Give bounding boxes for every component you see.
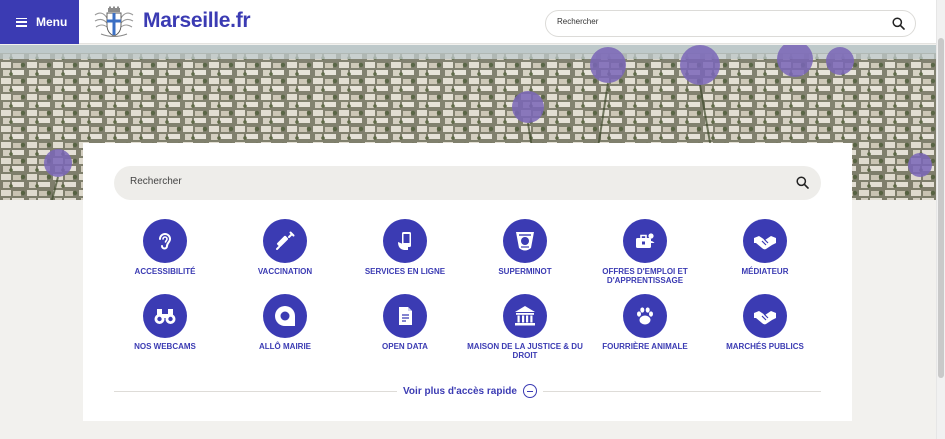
quick-access-accessibility[interactable]: ACCESSIBILITÉ xyxy=(105,219,225,277)
search-icon[interactable] xyxy=(892,17,905,35)
handshake-icon xyxy=(743,294,787,338)
quick-access-mediator[interactable]: MÉDIATEUR xyxy=(705,219,825,277)
quick-access-superminot[interactable]: SUPERMINOT xyxy=(465,219,585,277)
quick-access-open-data[interactable]: OPEN DATA xyxy=(345,294,465,352)
phone-hand-icon xyxy=(383,219,427,263)
main-search-input[interactable] xyxy=(130,176,770,187)
tile-label: MAISON DE LA JUSTICE & DU DROIT xyxy=(467,342,583,360)
city-coat-of-arms-logo[interactable] xyxy=(92,6,136,38)
ear-icon xyxy=(143,219,187,263)
see-more-quick-access-button[interactable]: Voir plus d'accès rapide xyxy=(397,381,543,401)
tile-label: ACCESSIBILITÉ xyxy=(134,267,196,276)
binoculars-icon xyxy=(143,294,187,338)
quick-access-panel: ACCESSIBILITÉ VACCINATION SERVICES EN LI… xyxy=(83,143,852,421)
tile-label: MÉDIATEUR xyxy=(741,267,789,276)
handshake-icon xyxy=(743,219,787,263)
quick-access-webcams[interactable]: NOS WEBCAMS xyxy=(105,294,225,352)
site-header: Menu Marseille.fr xyxy=(0,0,945,44)
tile-label: OFFRES D'EMPLOI ET D'APPRENTISSAGE xyxy=(602,267,688,285)
site-brand-link[interactable]: Marseille.fr xyxy=(143,9,251,33)
tile-label: ALLÔ MAIRIE xyxy=(259,342,311,351)
quick-access-allo-mairie[interactable]: ALLÔ MAIRIE xyxy=(225,294,345,352)
superminot-icon xyxy=(503,219,547,263)
hamburger-icon xyxy=(16,17,27,27)
main-search-bar xyxy=(114,166,821,200)
open-data-icon xyxy=(383,294,427,338)
page-scrollbar[interactable] xyxy=(936,0,945,439)
quick-access-public-procurement[interactable]: MARCHÉS PUBLICS xyxy=(705,294,825,352)
minus-circle-icon xyxy=(522,384,537,398)
quick-access-job-offers[interactable]: OFFRES D'EMPLOI ET D'APPRENTISSAGE xyxy=(585,219,705,285)
menu-label: Menu xyxy=(36,15,68,29)
tile-label: NOS WEBCAMS xyxy=(134,342,196,351)
quick-access-online-services[interactable]: SERVICES EN LIGNE xyxy=(345,219,465,277)
quick-access-vaccination[interactable]: VACCINATION xyxy=(225,219,345,277)
tile-label: SUPERMINOT xyxy=(498,267,552,276)
header-search-bar xyxy=(545,10,916,37)
courthouse-icon xyxy=(503,294,547,338)
quick-access-justice-house[interactable]: MAISON DE LA JUSTICE & DU DROIT xyxy=(465,294,585,360)
tile-label: VACCINATION xyxy=(257,267,313,276)
paw-icon xyxy=(623,294,667,338)
quick-access-animal-pound[interactable]: FOURRIÈRE ANIMALE xyxy=(585,294,705,352)
menu-button[interactable]: Menu xyxy=(0,0,79,44)
job-offers-icon xyxy=(623,219,667,263)
scrollbar-thumb[interactable] xyxy=(938,38,944,378)
search-icon[interactable] xyxy=(796,176,809,194)
syringe-icon xyxy=(263,219,307,263)
speech-bubble-icon xyxy=(263,294,307,338)
tile-label: FOURRIÈRE ANIMALE xyxy=(602,342,688,351)
tile-label: OPEN DATA xyxy=(382,342,428,351)
tile-label: SERVICES EN LIGNE xyxy=(364,267,446,276)
tile-label: MARCHÉS PUBLICS xyxy=(726,342,804,351)
header-search-input[interactable] xyxy=(557,17,877,26)
see-more-label: Voir plus d'accès rapide xyxy=(403,385,517,397)
see-more-row: Voir plus d'accès rapide xyxy=(114,381,821,401)
